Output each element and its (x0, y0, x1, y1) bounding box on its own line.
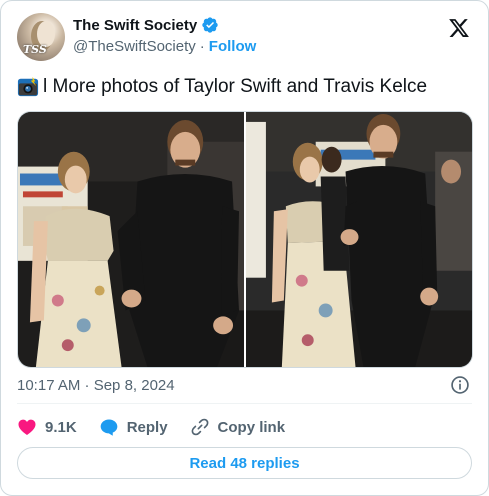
camera-with-flash-icon (17, 76, 39, 97)
photo-1-image (18, 112, 244, 367)
tweet-card: TSS The Swift Society @TheSwiftSociety ·… (0, 0, 489, 496)
account-names: The Swift Society @TheSwiftSociety · Fol… (73, 16, 256, 56)
reply-label: Reply (126, 418, 168, 436)
follow-button[interactable]: Follow (209, 38, 257, 55)
copy-link-label: Copy link (217, 418, 286, 436)
info-icon[interactable] (450, 375, 470, 395)
like-count: 9.1K (45, 418, 77, 436)
heart-icon (18, 419, 36, 435)
tweet-body: l More photos of Taylor Swift and Travis… (43, 76, 428, 97)
link-icon (191, 418, 208, 436)
separator: · (199, 38, 205, 55)
display-name-row: The Swift Society (73, 16, 256, 34)
tweet-photo-2[interactable] (246, 112, 472, 367)
like-button[interactable]: 9.1K (17, 417, 77, 437)
tweet-text: l More photos of Taylor Swift and Travis… (17, 76, 427, 98)
tweet-timestamp[interactable]: 10:17 AM · Sep 8, 2024 (17, 377, 175, 394)
verified-badge-icon (202, 17, 218, 33)
photo-2-image (246, 112, 472, 367)
avatar[interactable]: TSS (17, 13, 65, 61)
avatar-monogram: TSS (23, 43, 47, 56)
action-bar: 9.1K Reply Copy link (17, 415, 307, 439)
display-name[interactable]: The Swift Society (73, 17, 197, 34)
handle-row: @TheSwiftSociety · Follow (73, 38, 256, 55)
photo-grid (17, 111, 473, 368)
x-logo-icon[interactable] (448, 17, 470, 39)
reply-button[interactable]: Reply (99, 417, 168, 437)
divider (17, 403, 472, 404)
read-replies-button[interactable]: Read 48 replies (17, 447, 472, 479)
reply-bubble-icon (100, 419, 118, 436)
tweet-photo-1[interactable] (18, 112, 244, 367)
handle[interactable]: @TheSwiftSociety (73, 38, 196, 55)
tweet-header: TSS The Swift Society @TheSwiftSociety ·… (17, 13, 474, 63)
copy-link-button[interactable]: Copy link (190, 417, 286, 437)
